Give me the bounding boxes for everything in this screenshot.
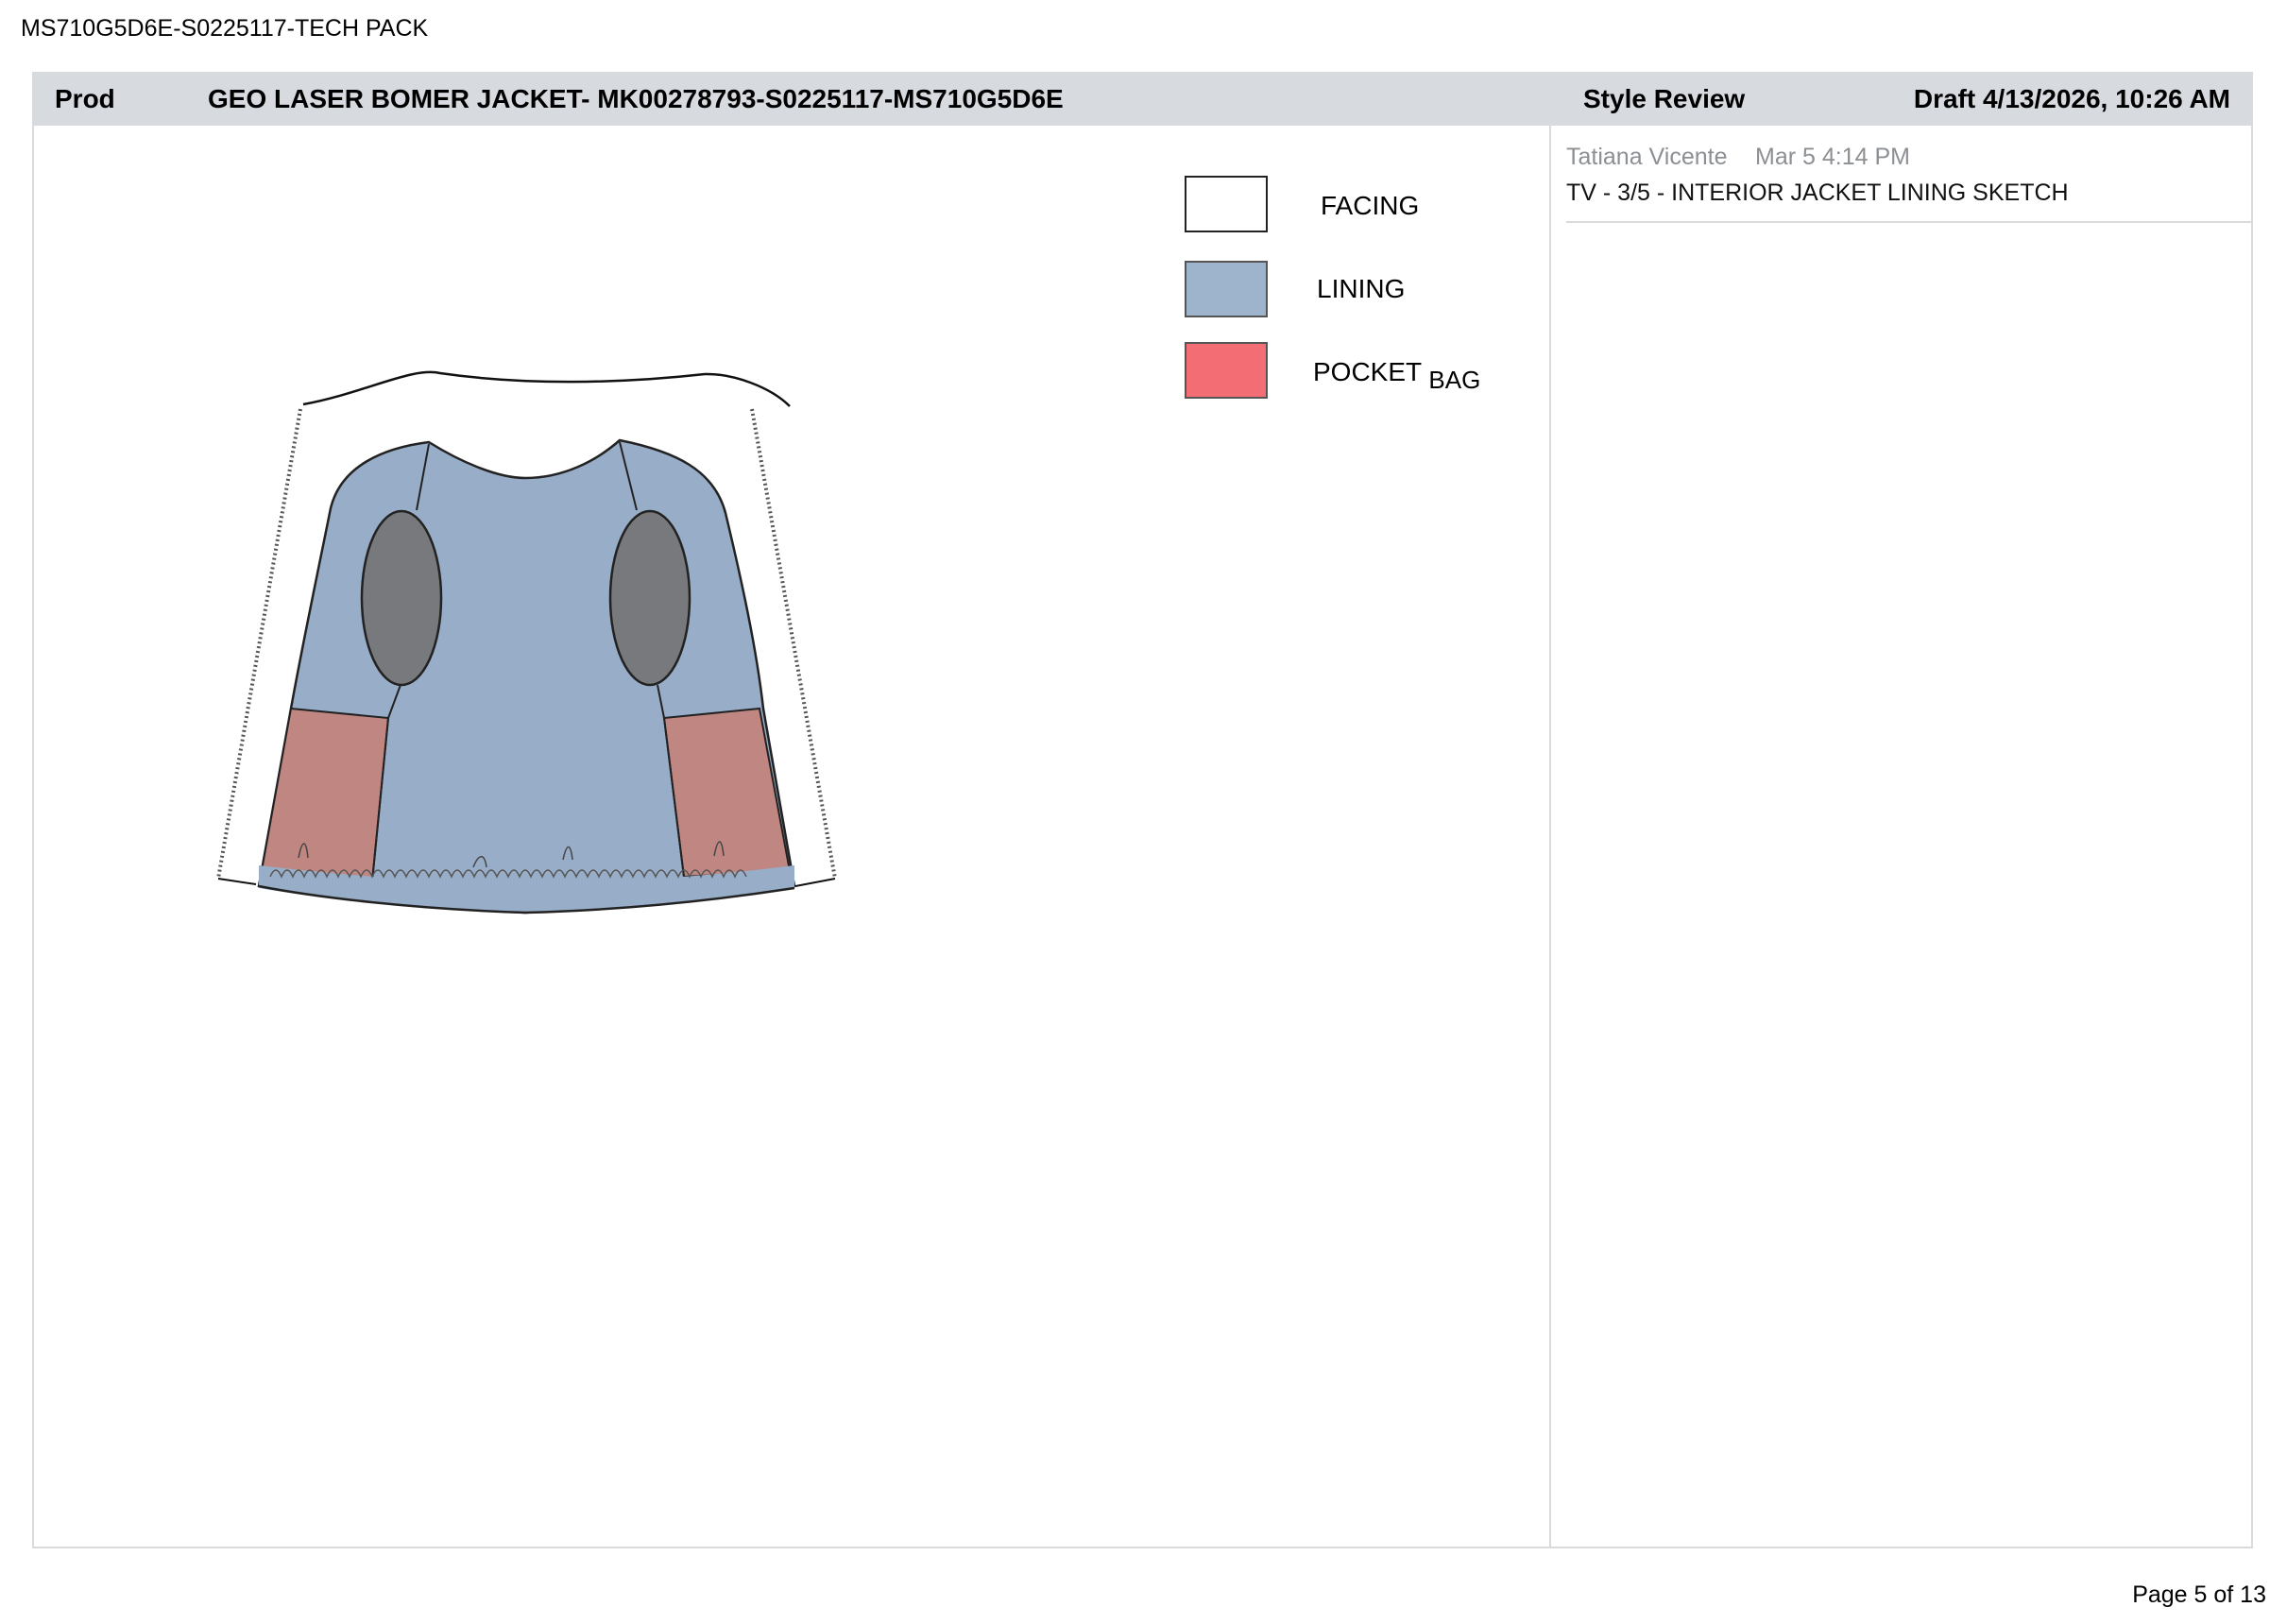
legend-swatch-facing [1185,176,1268,232]
facing-outline [302,370,791,407]
legend-label-facing: FACING [1321,191,1420,220]
page-number: Page 5 of 13 [2132,1581,2266,1608]
document-id: MS710G5D6E-S0225117-TECH PACK [21,15,429,42]
legend-swatch-pocket-bag [1185,342,1268,399]
pocket-bag-left [257,707,390,888]
tech-pack-frame: Prod GEO LASER BOMER JACKET- MK00278793-… [32,72,2253,1548]
pocket-bag-right [662,707,792,879]
right-armhole [608,509,691,687]
draft-status: Draft 4/13/2026, 10:26 AM [1913,84,2230,113]
review-label: Style Review [1583,84,1746,113]
legend-swatch-lining [1185,261,1268,317]
comment-entry: Tatiana Vicente Mar 5 4:14 PM TV - 3/5 -… [1566,132,2251,223]
comment-time: Mar 5 4:14 PM [1755,144,1910,170]
comment-text: TV - 3/5 - INTERIOR JACKET LINING SKETCH [1566,179,2069,206]
section-label: Prod [55,84,115,113]
legend-label-lining: LINING [1317,274,1406,303]
style-title: GEO LASER BOMER JACKET- MK00278793-S0225… [208,84,1064,113]
legend-label-pocket-bag: POCKET BAG [1313,357,1481,394]
left-armhole [360,509,443,687]
header-bar: Prod GEO LASER BOMER JACKET- MK00278793-… [34,74,2251,126]
comment-author: Tatiana Vicente [1566,144,1728,170]
